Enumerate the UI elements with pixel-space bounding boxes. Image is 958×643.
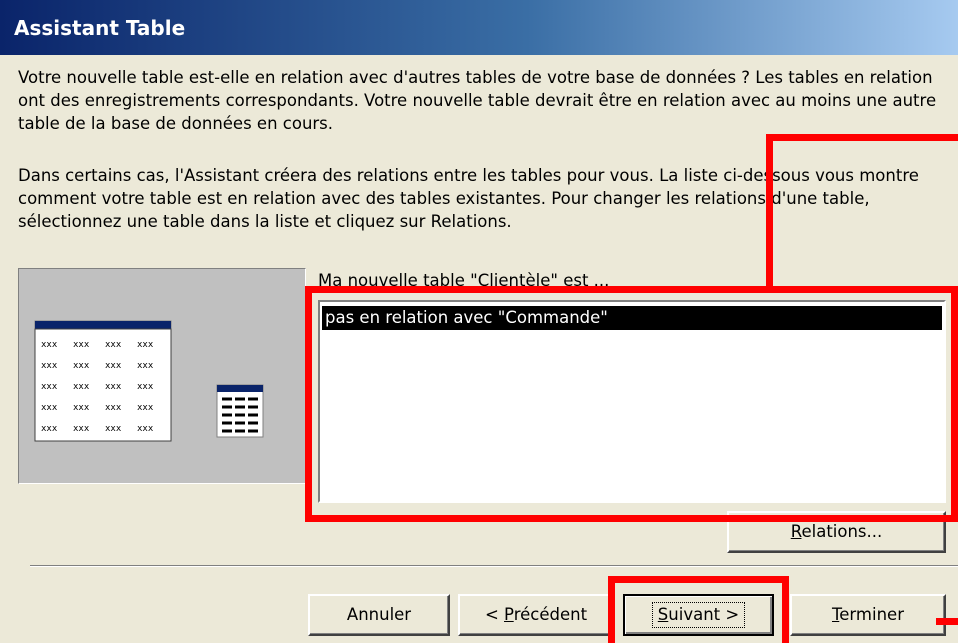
- table-cell-glyph: xxx: [137, 382, 154, 392]
- intro-paragraph: Votre nouvelle table est-elle en relatio…: [18, 68, 937, 133]
- back-button[interactable]: < Précédent: [458, 594, 614, 636]
- table-cell-glyph: xxx: [105, 340, 122, 350]
- annotation-frame-top: [766, 134, 958, 290]
- finish-button[interactable]: Terminer: [790, 594, 946, 636]
- table-cell-glyph: xxx: [137, 361, 154, 371]
- annotation-tick-finish: [936, 618, 958, 625]
- finish-label: erminer: [839, 605, 904, 624]
- table-cell-glyph: xxx: [105, 403, 122, 413]
- back-accel: P: [504, 605, 514, 624]
- button-separator: [30, 565, 958, 567]
- wizard-header: Assistant Table: [0, 0, 958, 55]
- table-cell-glyph: xxx: [41, 424, 58, 434]
- wizard-title: Assistant Table: [14, 16, 186, 40]
- annotation-frame-list: [305, 286, 958, 522]
- annotation-frame-next: [608, 576, 789, 643]
- relationship-illustration: xxx xxx xxx xxx xxx xxx xxx xxx xxx xxx xxx xxx xxx x…: [18, 268, 306, 484]
- table-cell-glyph: xxx: [73, 340, 90, 350]
- table-cell-glyph: xxx: [105, 382, 122, 392]
- table-cell-glyph: xxx: [137, 424, 154, 434]
- table-cell-glyph: xxx: [73, 361, 90, 371]
- table-cell-glyph: xxx: [41, 403, 58, 413]
- relations-accel: R: [790, 522, 802, 541]
- cancel-label: Annuler: [346, 605, 412, 624]
- table-cell-glyph: xxx: [73, 403, 90, 413]
- back-prefix: <: [484, 605, 505, 624]
- table-cell-glyph: xxx: [105, 424, 122, 434]
- back-label: récédent: [513, 605, 588, 624]
- table-cell-glyph: xxx: [137, 403, 154, 413]
- table-cell-glyph: xxx: [41, 340, 58, 350]
- table-diagram-icon: xxx xxx xxx xxx xxx xxx xxx xxx xxx xxx xxx xxx xxx x…: [34, 320, 264, 442]
- table-cell-glyph: xxx: [41, 361, 58, 371]
- table-cell-glyph: xxx: [41, 382, 58, 392]
- table-cell-glyph: xxx: [137, 340, 154, 350]
- relations-label: elations...: [801, 522, 883, 541]
- table-cell-glyph: xxx: [105, 361, 122, 371]
- table-cell-glyph: xxx: [73, 424, 90, 434]
- table-cell-glyph: xxx: [73, 382, 90, 392]
- cancel-button[interactable]: Annuler: [308, 594, 450, 636]
